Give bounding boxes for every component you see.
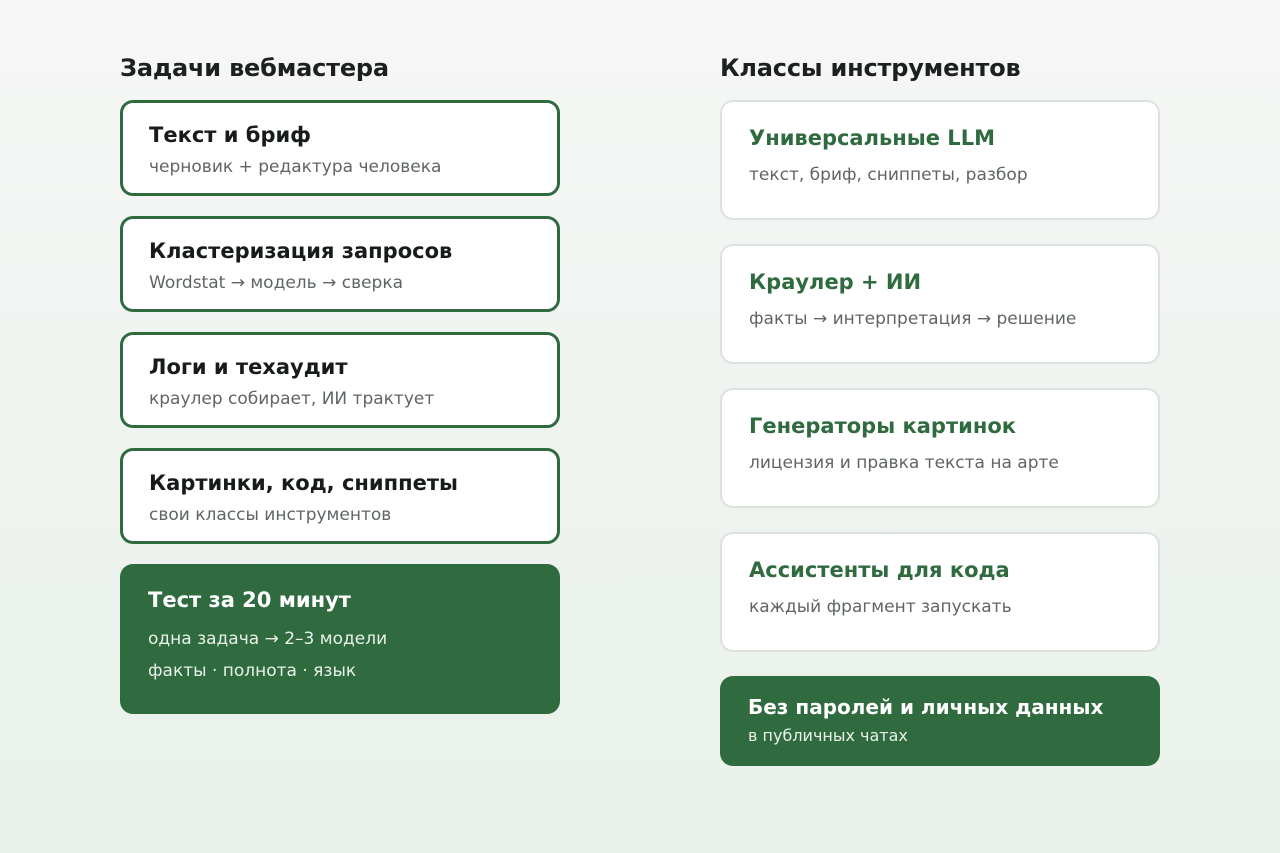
task-list: Текст и бриф черновик + редактура челове… xyxy=(120,100,560,544)
privacy-warning-card: Без паролей и личных данных в публичных … xyxy=(720,676,1160,766)
task-subtitle: черновик + редактура человека xyxy=(149,157,442,177)
tool-classes-heading: Классы инструментов xyxy=(720,54,1021,82)
test-card-line-2: факты · полнота · язык xyxy=(148,661,357,681)
test-card-line-1: одна задача → 2–3 модели xyxy=(148,629,388,649)
privacy-card-subtitle: в публичных чатах xyxy=(748,726,908,745)
tool-card-image-generators: Генераторы картинок лицензия и правка те… xyxy=(720,388,1160,508)
task-title: Кластеризация запросов xyxy=(149,239,453,263)
task-subtitle: Wordstat → модель → сверка xyxy=(149,273,404,293)
tool-title: Генераторы картинок xyxy=(749,414,1017,438)
tool-card-universal-llm: Универсальные LLM текст, бриф, сниппеты,… xyxy=(720,100,1160,220)
task-card-images-code-snippets: Картинки, код, сниппеты свои классы инст… xyxy=(120,448,560,544)
privacy-card-title: Без паролей и личных данных xyxy=(748,695,1104,719)
tool-subtitle: текст, бриф, сниппеты, разбор xyxy=(749,165,1028,185)
tool-subtitle: лицензия и правка текста на арте xyxy=(749,453,1059,473)
task-title: Логи и техаудит xyxy=(149,355,348,379)
task-title: Текст и бриф xyxy=(149,123,312,147)
test-card-title: Тест за 20 минут xyxy=(148,588,351,612)
tool-card-crawler-ai: Краулер + ИИ факты → интерпретация → реш… xyxy=(720,244,1160,364)
task-subtitle: краулер собирает, ИИ трактует xyxy=(149,389,435,409)
tool-card-code-assistants: Ассистенты для кода каждый фрагмент запу… xyxy=(720,532,1160,652)
tool-list: Универсальные LLM текст, бриф, сниппеты,… xyxy=(720,100,1160,652)
tool-title: Краулер + ИИ xyxy=(749,270,922,294)
test-20-minutes-card: Тест за 20 минут одна задача → 2–3 модел… xyxy=(120,564,560,714)
tool-classes-column: Классы инструментов Универсальные LLM те… xyxy=(720,48,1160,766)
tool-title: Универсальные LLM xyxy=(749,126,995,150)
webmaster-tasks-column: Задачи вебмастера Текст и бриф черновик … xyxy=(120,48,560,714)
tool-title: Ассистенты для кода xyxy=(749,558,1010,582)
tool-subtitle: каждый фрагмент запускать xyxy=(749,597,1012,617)
task-card-text-brief: Текст и бриф черновик + редактура челове… xyxy=(120,100,560,196)
task-card-logs-audit: Логи и техаудит краулер собирает, ИИ тра… xyxy=(120,332,560,428)
task-subtitle: свои классы инструментов xyxy=(149,505,392,525)
task-title: Картинки, код, сниппеты xyxy=(149,471,459,495)
tool-subtitle: факты → интерпретация → решение xyxy=(749,309,1077,329)
task-card-query-clustering: Кластеризация запросов Wordstat → модель… xyxy=(120,216,560,312)
webmaster-tasks-heading: Задачи вебмастера xyxy=(120,54,389,82)
